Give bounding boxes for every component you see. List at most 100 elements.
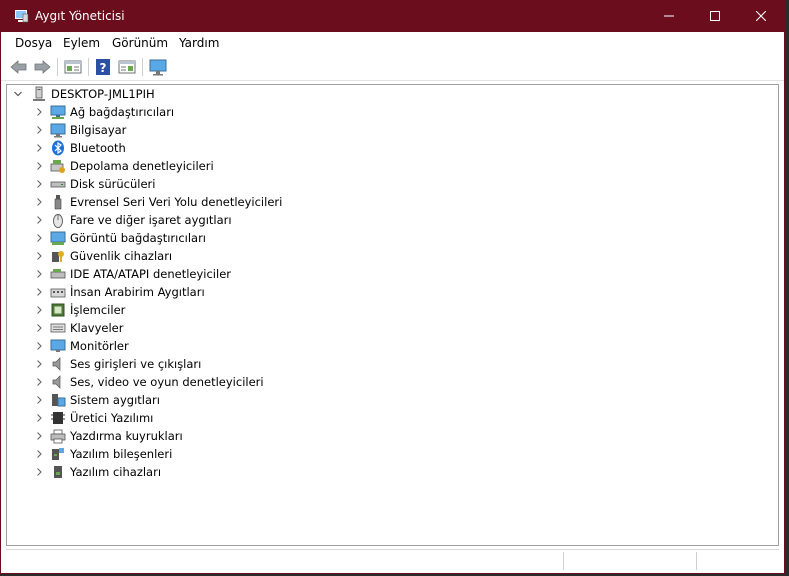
chevron-right-icon[interactable] (34, 391, 44, 409)
close-icon (755, 10, 767, 22)
tree-item[interactable]: Yazdırma kuyrukları (7, 427, 778, 445)
menu-eylem[interactable]: Eylem (63, 36, 100, 50)
tree-root[interactable]: DESKTOP-JML1PIH (7, 85, 778, 103)
security-device-icon (52, 251, 64, 262)
window-title: Aygıt Yöneticisi (35, 9, 125, 23)
tree-item[interactable]: İnsan Arabirim Aygıtları (7, 283, 778, 301)
speaker-icon (52, 357, 61, 371)
tree-item[interactable]: Ağ bağdaştırıcıları (7, 103, 778, 121)
tree-item-label: Görüntü bağdaştırıcıları (70, 231, 207, 245)
chevron-right-icon[interactable] (34, 445, 44, 463)
chevron-right-icon[interactable] (34, 229, 44, 247)
chevron-right-icon[interactable] (34, 283, 44, 301)
chevron-right-icon[interactable] (34, 247, 44, 265)
tree-item[interactable]: Fare ve diğer işaret aygıtları (7, 211, 778, 229)
monitor-scan-icon[interactable] (148, 58, 168, 76)
tree-item-label: Sistem aygıtları (70, 393, 160, 407)
tree-item[interactable]: IDE ATA/ATAPI denetleyiciler (7, 265, 778, 283)
menu-gorunum[interactable]: Görünüm (112, 36, 168, 50)
help-icon[interactable]: ? (93, 58, 113, 76)
chevron-right-icon[interactable] (34, 319, 44, 337)
disk-drive-icon (50, 181, 66, 188)
maximize-icon (710, 11, 720, 21)
svg-text:?: ? (100, 61, 107, 75)
bluetooth-icon (52, 140, 64, 156)
storage-controller-icon (50, 160, 65, 173)
chevron-right-icon[interactable] (34, 121, 44, 139)
chevron-right-icon[interactable] (34, 337, 44, 355)
menu-yardim[interactable]: Yardım (179, 36, 219, 50)
chevron-right-icon[interactable] (34, 373, 44, 391)
menu-dosya[interactable]: Dosya (15, 36, 52, 50)
tree-item[interactable]: Ses, video ve oyun denetleyicileri (7, 373, 778, 391)
tree-item-label: Ses, video ve oyun denetleyicileri (70, 375, 264, 389)
display-adapter-icon (50, 231, 66, 245)
chevron-right-icon[interactable] (34, 409, 44, 427)
tree-item[interactable]: Evrensel Seri Veri Yolu denetleyicileri (7, 193, 778, 211)
tree-item[interactable]: Disk sürücüleri (7, 175, 778, 193)
tree-item[interactable]: Güvenlik cihazları (7, 247, 778, 265)
chevron-right-icon[interactable] (34, 211, 44, 229)
device-tree[interactable]: DESKTOP-JML1PIH Ağ bağdaştırıcıları Bilgi… (6, 84, 779, 546)
tree-item-label: İnsan Arabirim Aygıtları (70, 285, 205, 299)
tree-item[interactable]: Ses girişleri ve çıkışları (7, 355, 778, 373)
tree-item-label: Yazdırma kuyrukları (70, 429, 183, 443)
tree-item[interactable]: Yazılım cihazları (7, 463, 778, 481)
chevron-right-icon[interactable] (34, 103, 44, 121)
toolbar-separator (57, 58, 58, 76)
printer-icon (50, 429, 66, 444)
chevron-down-icon[interactable] (13, 85, 23, 103)
forward-arrow-icon[interactable] (32, 58, 52, 76)
chevron-right-icon[interactable] (34, 301, 44, 319)
tree-item-label: Evrensel Seri Veri Yolu denetleyicileri (70, 195, 283, 209)
tree-item[interactable]: İşlemciler (7, 301, 778, 319)
tree-root-label: DESKTOP-JML1PIH (51, 87, 155, 101)
usb-icon (54, 195, 62, 210)
computer-root-icon (33, 86, 45, 101)
action-icon[interactable] (117, 58, 137, 76)
maximize-button[interactable] (692, 1, 738, 32)
device-manager-window: Aygıt Yöneticisi Dosya Eylem Görünüm Yar… (0, 0, 785, 574)
tree-item-label: Yazılım bileşenleri (70, 447, 173, 461)
tree-item-label: Bilgisayar (70, 123, 127, 137)
chevron-right-icon[interactable] (34, 193, 44, 211)
tree-item-label: Ses girişleri ve çıkışları (70, 357, 202, 371)
close-button[interactable] (738, 1, 784, 32)
tree-item-label: Klavyeler (70, 321, 124, 335)
toolbar: ? (1, 54, 784, 81)
software-component-icon (52, 448, 64, 460)
tree-item[interactable]: Sistem aygıtları (7, 391, 778, 409)
mouse-icon (53, 214, 63, 228)
processor-icon (51, 303, 65, 317)
toolbar-separator (142, 58, 143, 76)
chevron-right-icon[interactable] (34, 427, 44, 445)
menu-bar: Dosya Eylem Görünüm Yardım (1, 32, 784, 54)
tree-item[interactable]: Monitörler (7, 337, 778, 355)
back-arrow-icon[interactable] (9, 58, 29, 76)
tree-item[interactable]: Depolama denetleyicileri (7, 157, 778, 175)
tree-item-label: Bluetooth (70, 141, 126, 155)
chevron-right-icon[interactable] (34, 265, 44, 283)
chevron-right-icon[interactable] (34, 463, 44, 481)
tree-item[interactable]: Klavyeler (7, 319, 778, 337)
tree-item[interactable]: Görüntü bağdaştırıcıları (7, 229, 778, 247)
status-divider (696, 552, 697, 570)
device-manager-app-icon (15, 10, 29, 23)
chevron-right-icon[interactable] (34, 139, 44, 157)
tree-item[interactable]: Bluetooth (7, 139, 778, 157)
status-bar (6, 549, 779, 572)
tree-item[interactable]: Üretici Yazılımı (7, 409, 778, 427)
minimize-button[interactable] (646, 1, 692, 32)
ide-controller-icon (50, 269, 66, 279)
tree-item-label: İşlemciler (70, 303, 126, 317)
tree-item-label: IDE ATA/ATAPI denetleyiciler (70, 267, 232, 281)
tree-item[interactable]: Bilgisayar (7, 121, 778, 139)
chevron-right-icon[interactable] (34, 355, 44, 373)
monitor-icon (50, 339, 66, 352)
title-bar[interactable]: Aygıt Yöneticisi (1, 1, 784, 32)
chevron-right-icon[interactable] (34, 157, 44, 175)
chevron-right-icon[interactable] (34, 175, 44, 193)
tree-item[interactable]: Yazılım bileşenleri (7, 445, 778, 463)
firmware-icon (51, 412, 65, 424)
properties-icon[interactable] (63, 58, 83, 76)
